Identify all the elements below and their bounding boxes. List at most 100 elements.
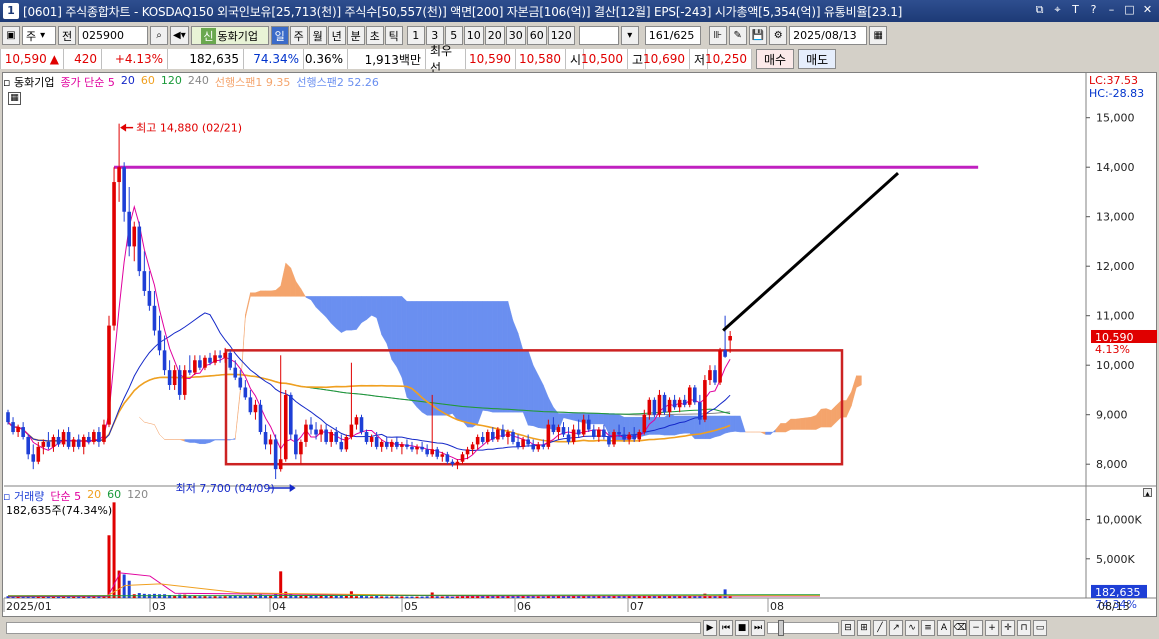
period-tab-1[interactable]: 주 xyxy=(289,26,308,45)
best-label: 최우선 xyxy=(426,44,466,75)
window-title: [0601] 주식종합차트 - KOSDAQ150 외국인보유[25,713(천… xyxy=(23,4,903,19)
search-icon[interactable]: ⌕ xyxy=(150,26,168,45)
interval-input[interactable] xyxy=(578,26,619,45)
toolbar: ▣ 주 ▾ 전 025900 ⌕ ◀▾ 신 동화기업 일주월년분초틱 1 3 5 10 2… xyxy=(0,24,1159,47)
high-price: 10,690 xyxy=(643,49,690,69)
eraser-icon[interactable]: ⌫ xyxy=(953,620,967,636)
legend-vol-ma20: 20 xyxy=(87,488,102,501)
volume-ratio: 74.34% xyxy=(244,49,304,69)
price-legend: ▫ 동화기업 종가 단순 5 20 60 120 240 선행스팬1 9.35 … xyxy=(3,74,379,89)
legend-span2: 선행스팬2 52.26 xyxy=(296,76,379,89)
legend-ma20: 20 xyxy=(120,74,135,87)
sell-button[interactable]: 매도 xyxy=(798,49,837,69)
period-tab-0[interactable]: 일 xyxy=(270,26,289,45)
interval-button-1[interactable]: 1 xyxy=(406,26,425,45)
collapse-pane-icon[interactable]: ▴ xyxy=(1143,488,1152,498)
price-change-pct: +4.13% xyxy=(102,49,168,69)
period-tab-5[interactable]: 초 xyxy=(365,26,384,45)
speaker-icon[interactable]: ◀▾ xyxy=(170,26,189,45)
pin-icon[interactable]: ⌖ xyxy=(1050,2,1065,18)
count-input[interactable]: 161/625 xyxy=(644,26,701,45)
legend-span1: 선행스팬1 9.35 xyxy=(214,76,291,89)
layout-icon[interactable]: ▣ xyxy=(2,26,20,45)
prev-button[interactable]: 전 xyxy=(58,26,76,45)
price-change: 420 xyxy=(64,49,102,69)
legend-vol-ma120: 120 xyxy=(127,488,149,501)
interval-button-120[interactable]: 120 xyxy=(547,26,575,45)
help-icon[interactable]: ? xyxy=(1086,2,1101,18)
close-icon[interactable]: ✕ xyxy=(1140,2,1155,18)
minimize-icon[interactable]: – xyxy=(1104,2,1119,18)
interval-dropdown-icon[interactable]: ▾ xyxy=(620,26,639,45)
legend-stock: ▫ 동화기업 xyxy=(3,76,55,89)
period-tab-4[interactable]: 분 xyxy=(346,26,365,45)
window-index-icon: 1 xyxy=(3,3,19,19)
legend-ma5: 종가 단순 5 xyxy=(60,76,115,89)
current-price: 10,590 ▲ xyxy=(0,49,64,69)
link-icon[interactable]: ⧉ xyxy=(1032,2,1047,18)
turnover: 0.36% xyxy=(304,49,348,69)
forward-icon[interactable]: ⏭ xyxy=(751,620,765,636)
save-icon[interactable]: 💾 xyxy=(748,26,768,45)
draw-trend-icon[interactable]: ↗ xyxy=(889,620,903,636)
market-select[interactable]: 주 ▾ xyxy=(22,26,56,45)
zoom-slider[interactable] xyxy=(767,620,839,636)
legend-ma120: 120 xyxy=(160,74,182,87)
interval-button-10[interactable]: 10 xyxy=(463,26,484,45)
legend-vol-ma60: 60 xyxy=(107,488,122,501)
period-tab-3[interactable]: 년 xyxy=(327,26,346,45)
date-input[interactable]: 2025/08/13 xyxy=(789,26,868,45)
zoom-out-icon[interactable]: ⊟ xyxy=(841,620,855,636)
horizontal-scrollbar[interactable] xyxy=(6,622,701,634)
interval-button-30[interactable]: 30 xyxy=(505,26,526,45)
title-bar: 1 [0601] 주식종합차트 - KOSDAQ150 외국인보유[25,713… xyxy=(0,0,1159,22)
grid-toggle-icon[interactable]: ▦ xyxy=(8,92,21,105)
lc-hc-readout: LC:37.53 HC:-28.83 xyxy=(1089,74,1144,100)
magnet-icon[interactable]: ⊓ xyxy=(1017,620,1031,636)
draw-wave-icon[interactable]: ∿ xyxy=(905,620,919,636)
stock-tag: 신 xyxy=(201,27,216,44)
stock-code-input[interactable]: 025900 xyxy=(78,26,148,45)
draw-fib-icon[interactable]: ≡ xyxy=(921,620,935,636)
volume-value: 182,635 xyxy=(168,49,244,69)
legend-volume: ▫ 거래량 xyxy=(3,490,45,503)
plus-icon[interactable]: + xyxy=(985,620,999,636)
legend-vol-ma5: 단순 5 xyxy=(50,490,82,503)
zoom-in-icon[interactable]: ⊞ xyxy=(857,620,871,636)
crosshair-icon[interactable]: ✛ xyxy=(1001,620,1015,636)
legend-ma240: 240 xyxy=(187,74,209,87)
best-bid: 10,580 xyxy=(516,49,566,69)
rewind-icon[interactable]: ⏮ xyxy=(719,620,733,636)
period-tab-2[interactable]: 월 xyxy=(308,26,327,45)
stock-name-field[interactable]: 신 동화기업 xyxy=(190,26,269,45)
interval-button-20[interactable]: 20 xyxy=(484,26,505,45)
settings-gear-icon[interactable]: ⚙ xyxy=(769,26,788,45)
hc-value: HC:-28.83 xyxy=(1089,87,1145,100)
volume-legend: ▫ 거래량 단순 5 20 60 120 xyxy=(3,488,149,503)
stop-icon[interactable]: ■ xyxy=(735,620,749,636)
best-ask: 10,590 xyxy=(466,49,516,69)
calendar-icon[interactable]: ▦ xyxy=(869,26,888,45)
stock-name: 동화기업 xyxy=(217,29,259,43)
minus-icon[interactable]: − xyxy=(969,620,983,636)
open-price: 10,500 xyxy=(581,49,628,69)
draw-text-icon[interactable]: A xyxy=(937,620,951,636)
trade-amount: 1,913백만 xyxy=(348,49,426,69)
tools-icon[interactable]: ✎ xyxy=(728,26,747,45)
maximize-icon[interactable]: □ xyxy=(1122,2,1137,18)
scroll-right-icon[interactable]: ▶ xyxy=(703,620,717,636)
draw-line-icon[interactable]: ╱ xyxy=(873,620,887,636)
font-size-icon[interactable]: T xyxy=(1068,2,1083,18)
lc-value: LC:37.53 xyxy=(1089,74,1139,87)
screenshot-icon[interactable]: ▭ xyxy=(1033,620,1047,636)
interval-button-60[interactable]: 60 xyxy=(526,26,547,45)
bottom-bar: ▶ ⏮ ■ ⏭ ⊟ ⊞ ╱ ↗ ∿ ≡ A ⌫ − + ✛ ⊓ ▭ xyxy=(0,617,1159,639)
low-price: 10,250 xyxy=(705,49,752,69)
candle-type-icon[interactable]: ⊪ xyxy=(708,26,727,45)
buy-button[interactable]: 매수 xyxy=(756,49,795,69)
chart-frame xyxy=(2,72,1157,617)
quote-bar: 10,590 ▲ 420 +4.13% 182,635 74.34% 0.36% … xyxy=(0,44,1159,75)
volume-info: 182,635주(74.34%) xyxy=(6,504,113,517)
legend-ma60: 60 xyxy=(140,74,155,87)
period-tab-6[interactable]: 틱 xyxy=(384,26,403,45)
